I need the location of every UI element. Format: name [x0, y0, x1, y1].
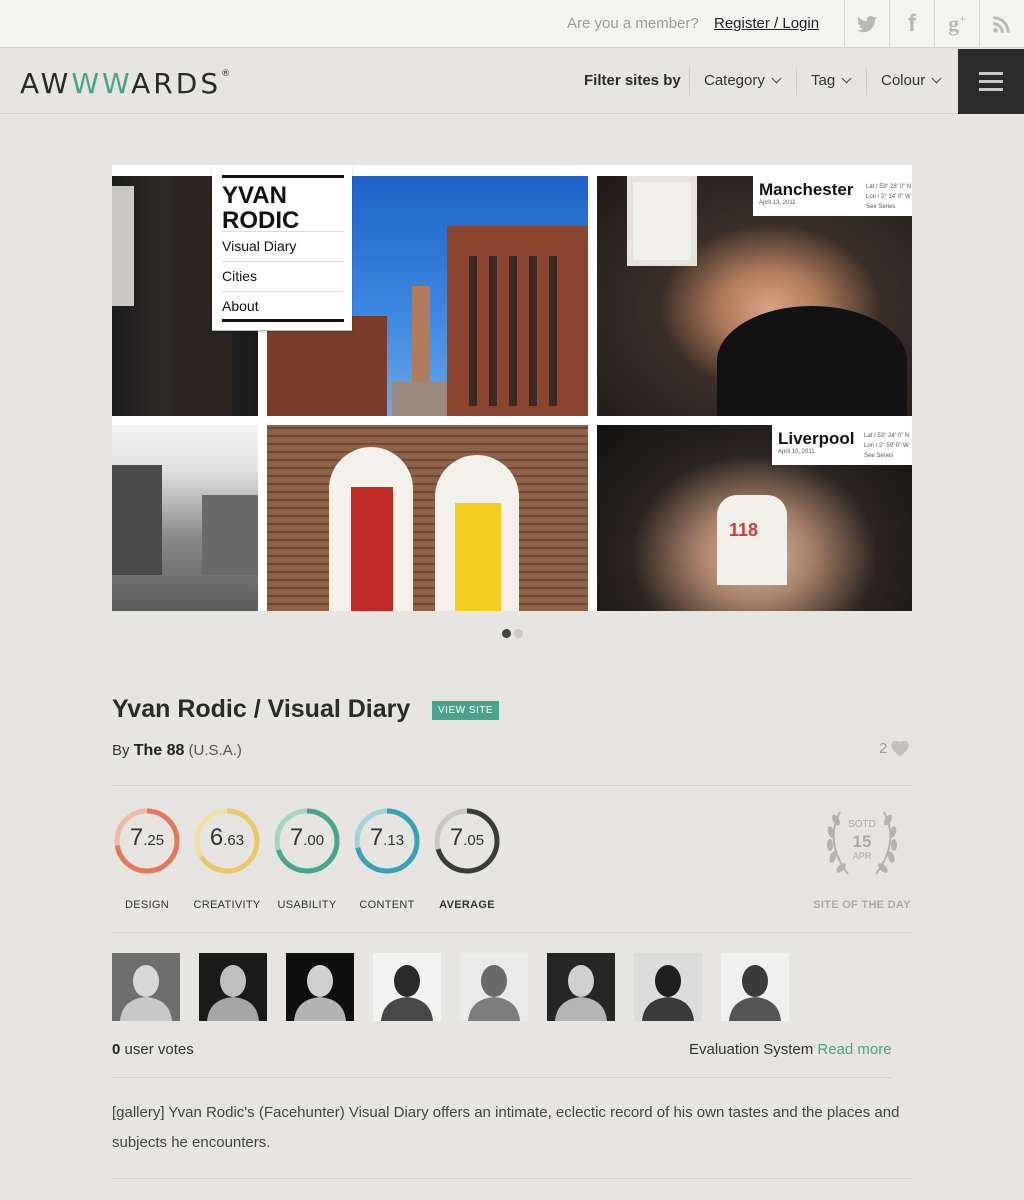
site-description: [gallery] Yvan Rodic's (Facehunter) Visu… [112, 1104, 900, 1151]
avatar-image [286, 953, 354, 1021]
gallery-pagination [502, 629, 523, 638]
jury-avatar[interactable] [286, 953, 354, 1021]
facebook-button[interactable]: f [889, 0, 934, 48]
jury-avatar[interactable] [199, 953, 267, 1021]
avatar-image [460, 953, 528, 1021]
category-label: Category [704, 72, 765, 89]
twitter-icon [856, 16, 878, 33]
site-title: Yvan Rodic / Visual Diary [112, 695, 411, 723]
evaluation-system: Evaluation System Read more [689, 1041, 892, 1058]
user-votes: 0 user votes [112, 1041, 194, 1058]
city-label-manchester: Manchester April 13, 2011 Lat / 53° 28' … [753, 176, 912, 216]
city-label-liverpool: Liverpool April 10, 2011 Lat / 53° 24' 0… [772, 425, 912, 465]
rss-button[interactable] [979, 0, 1024, 48]
hamburger-icon [979, 72, 1003, 75]
shirt-text: 118 [729, 520, 759, 540]
view-site-button[interactable]: VIEW SITE [432, 701, 500, 720]
score-label-average: AVERAGE [439, 899, 495, 911]
site-menu-card: YVAN RODIC Visual Diary Cities About [212, 165, 352, 331]
avatar-image [547, 953, 615, 1021]
gallery-dot-2[interactable] [514, 629, 523, 638]
avatar-image [634, 953, 702, 1021]
byline: By The 88 (U.S.A.) [112, 742, 242, 760]
score-value: 7.25 [129, 824, 165, 851]
nav-divider [866, 67, 867, 95]
colour-dropdown[interactable]: Colour [881, 72, 942, 89]
jury-avatar[interactable] [721, 953, 789, 1021]
avatar-image [112, 953, 180, 1021]
gallery-photo-doors [267, 425, 588, 611]
avatar-image [721, 953, 789, 1021]
site-of-the-day-label: SITE OF THE DAY [813, 899, 911, 911]
facebook-icon: f [908, 10, 916, 37]
site-menu-title: YVAN RODIC [222, 182, 300, 234]
evaluation-label: Evaluation System [689, 1041, 814, 1058]
jury-avatar[interactable] [634, 953, 702, 1021]
score-label-design: DESIGN [125, 899, 169, 911]
score-label-content: CONTENT [359, 899, 415, 911]
google-plus-icon: g+ [948, 11, 966, 36]
avatar-image [199, 953, 267, 1021]
jury-avatar[interactable] [373, 953, 441, 1021]
chevron-down-icon [841, 73, 852, 84]
jury-avatar[interactable] [112, 953, 180, 1021]
awwwards-logo[interactable]: AWWWARDS® [20, 67, 230, 100]
colour-label: Colour [881, 72, 926, 89]
like-button[interactable]: 2 [879, 740, 910, 757]
heart-icon [891, 740, 910, 757]
google-plus-button[interactable]: g+ [934, 0, 979, 48]
score-value: 7.13 [369, 824, 405, 851]
read-more-link[interactable]: Read more [817, 1041, 891, 1058]
category-dropdown[interactable]: Category [704, 72, 782, 89]
nav-divider [796, 67, 797, 95]
sotd-text: SOTD [848, 819, 876, 830]
main-nav: AWWWARDS® Filter sites by Category Tag C… [0, 49, 1024, 114]
score-ring-average: 7.05 [432, 806, 502, 876]
score-ring-content: 7.13 [352, 806, 422, 876]
menu-item-visual-diary: Visual Diary [222, 231, 344, 254]
twitter-button[interactable] [844, 0, 889, 48]
votes-label: user votes [124, 1041, 194, 1058]
score-value: 6.63 [209, 824, 245, 851]
nav-divider [689, 67, 690, 95]
score-ring-creativity: 6.63 [192, 806, 262, 876]
like-count: 2 [879, 740, 888, 757]
divider [112, 785, 912, 786]
score-ring-usability: 7.00 [272, 806, 342, 876]
menu-item-cities: Cities [222, 261, 344, 284]
score-label-creativity: CREATIVITY [193, 899, 261, 911]
divider [112, 932, 912, 933]
score-value: 7.05 [449, 824, 485, 851]
tag-label: Tag [811, 72, 836, 89]
sotd-day: 15 [852, 832, 872, 851]
jury-avatar[interactable] [547, 953, 615, 1021]
member-question: Are you a member? [567, 15, 699, 32]
author-link[interactable]: The 88 [134, 742, 185, 759]
jury-avatar[interactable] [460, 953, 528, 1021]
by-label: By [112, 742, 130, 759]
register-login-link[interactable]: Register / Login [714, 15, 819, 32]
divider [112, 1077, 892, 1078]
gallery-dot-1[interactable] [502, 629, 511, 638]
score-ring-design: 7.25 [112, 806, 182, 876]
avatar-image [373, 953, 441, 1021]
tag-dropdown[interactable]: Tag [811, 72, 852, 89]
filter-label: Filter sites by [584, 72, 681, 89]
rss-icon [993, 16, 1010, 33]
divider [112, 1178, 912, 1179]
menu-item-about: About [222, 291, 344, 314]
registered-mark: ® [221, 69, 231, 79]
sotd-month: APR [852, 851, 872, 861]
screenshot-gallery[interactable]: YVAN RODIC Visual Diary Cities About Man… [112, 165, 912, 611]
chevron-down-icon [931, 73, 942, 84]
score-value: 7.00 [289, 824, 325, 851]
vote-count: 0 [112, 1041, 121, 1058]
sotd-badge: SOTD 15 APR [818, 802, 906, 882]
chevron-down-icon [771, 73, 782, 84]
author-country: (U.S.A.) [188, 742, 242, 759]
score-label-usability: USABILITY [277, 899, 337, 911]
top-bar: Are you a member? Register / Login f g+ [0, 0, 1024, 48]
gallery-photo-bw-street [112, 425, 258, 611]
hamburger-menu-button[interactable] [958, 49, 1024, 114]
